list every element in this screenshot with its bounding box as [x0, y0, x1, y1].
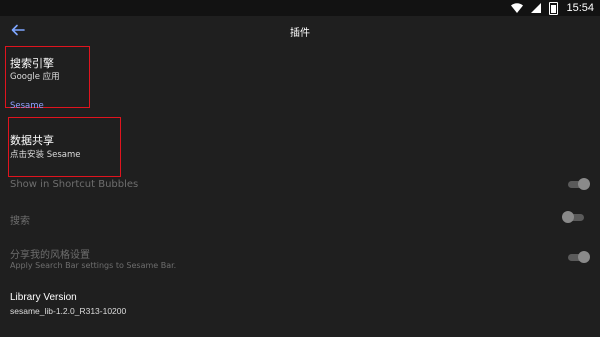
search-title: 搜索: [10, 216, 30, 227]
app-bar: 插件: [0, 16, 600, 46]
status-bar: 15:54: [0, 0, 600, 16]
search-engine-subtitle: Google 应用: [10, 72, 60, 82]
toggle-thumb: [578, 178, 590, 190]
share-style-toggle[interactable]: [566, 251, 590, 263]
shortcut-bubbles-toggle[interactable]: [566, 178, 590, 190]
shortcut-bubbles-title: Show in Shortcut Bubbles: [10, 179, 139, 190]
data-sharing-subtitle: 点击安装 Sesame: [10, 150, 81, 160]
search-engine-title: 搜索引擎: [10, 57, 54, 70]
status-icons: 15:54: [511, 1, 594, 15]
share-style-title: 分享我的风格设置: [10, 250, 90, 261]
toggle-thumb: [578, 251, 590, 263]
library-version-value: sesame_lib-1.2.0_R313-10200: [10, 306, 127, 316]
library-version-title: Library Version: [10, 292, 77, 303]
toggle-thumb: [562, 211, 574, 223]
search-toggle[interactable]: [562, 211, 586, 223]
page-title: 插件: [290, 28, 310, 39]
data-sharing-title: 数据共享: [10, 134, 54, 147]
status-time: 15:54: [566, 2, 594, 14]
share-style-subtitle: Apply Search Bar settings to Sesame Bar.: [10, 261, 177, 270]
section-header-sesame: Sesame: [10, 101, 44, 111]
battery-icon: [549, 1, 559, 15]
signal-icon: [531, 3, 542, 13]
wifi-icon: [511, 3, 524, 13]
